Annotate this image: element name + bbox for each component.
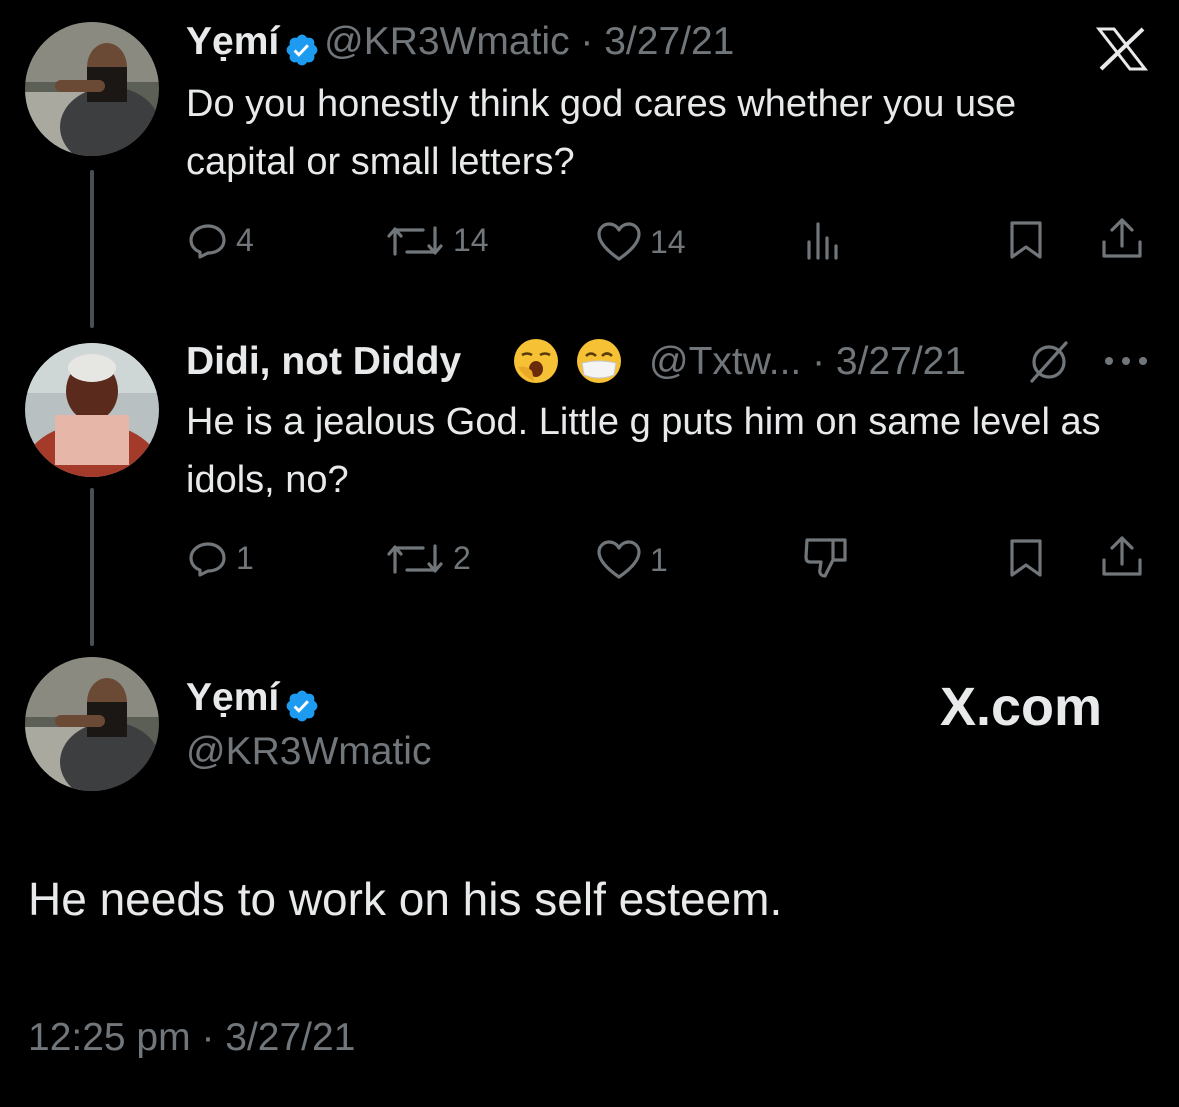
tweet2-handle-wrap: @Txtw... · 3/27/21 <box>649 340 966 384</box>
yawning-face-emoji-icon <box>514 339 558 383</box>
bookmark-icon <box>1010 539 1042 577</box>
retweet-icon <box>387 543 443 574</box>
author-name[interactable]: Didi, not Diddy <box>186 340 461 383</box>
bookmark-button[interactable] <box>1009 220 1043 260</box>
reply-count: 4 <box>236 222 254 258</box>
avatar[interactable] <box>25 22 159 156</box>
share-icon <box>1102 536 1142 576</box>
verified-badge-icon <box>286 690 318 722</box>
bookmark-button[interactable] <box>1009 538 1043 578</box>
share-button[interactable] <box>1100 534 1144 578</box>
tweet-text: He is a jealous God. Little g puts him o… <box>186 401 1101 501</box>
retweet-button[interactable]: 2 <box>385 540 471 577</box>
slash-circle-icon[interactable] <box>1024 338 1074 384</box>
thread-line-1 <box>90 170 94 328</box>
retweet-button[interactable]: 14 <box>385 222 489 259</box>
mask-face-emoji-icon <box>577 339 621 383</box>
bookmark-icon <box>1010 221 1042 259</box>
x-logo-icon[interactable] <box>1096 26 1148 72</box>
views-icon <box>807 222 838 260</box>
reply-count: 1 <box>236 540 254 576</box>
share-button[interactable] <box>1100 216 1144 260</box>
views-button[interactable] <box>805 220 845 260</box>
thumbs-down-icon <box>804 538 847 578</box>
handle-date: @KR3Wmatic · 3/27/21 <box>324 20 735 63</box>
dislike-button[interactable] <box>803 536 849 580</box>
thread-line-2 <box>90 488 94 646</box>
author-name[interactable]: Yẹmí <box>186 676 279 719</box>
retweet-count: 2 <box>453 540 471 576</box>
reply-button[interactable]: 4 <box>188 222 254 259</box>
avatar[interactable] <box>25 657 159 791</box>
x-com-watermark: X.com <box>940 677 1103 737</box>
handle-date: @Txtw... · 3/27/21 <box>649 340 967 383</box>
reply-button[interactable]: 1 <box>188 540 254 577</box>
tweet-text: Do you honestly think god cares whether … <box>186 83 1017 183</box>
main-tweet-text: He needs to work on his self esteem. <box>28 873 783 925</box>
retweet-icon <box>387 225 443 256</box>
tweet1-header: Yẹmí @KR3Wmatic · 3/27/21 <box>186 20 734 68</box>
timestamp[interactable]: 12:25 pm · 3/27/21 <box>28 1016 355 1060</box>
tweet2-header: Didi, not Diddy <box>186 340 461 384</box>
like-count: 14 <box>650 223 686 260</box>
reply-icon <box>189 223 226 259</box>
share-icon <box>1102 218 1142 258</box>
avatar[interactable] <box>25 343 159 477</box>
author-name[interactable]: Yẹmí <box>186 20 279 63</box>
verified-badge-icon <box>286 34 318 66</box>
like-count: 1 <box>650 541 668 578</box>
main-header: Yẹmí <box>186 676 320 724</box>
like-button[interactable]: 14 <box>596 222 686 262</box>
heart-icon <box>597 540 641 579</box>
heart-icon <box>597 222 641 261</box>
like-button[interactable]: 1 <box>596 540 668 580</box>
reply-icon <box>189 541 226 577</box>
author-handle[interactable]: @KR3Wmatic <box>186 730 431 774</box>
retweet-count: 14 <box>453 222 489 258</box>
more-icon[interactable] <box>1103 355 1149 367</box>
